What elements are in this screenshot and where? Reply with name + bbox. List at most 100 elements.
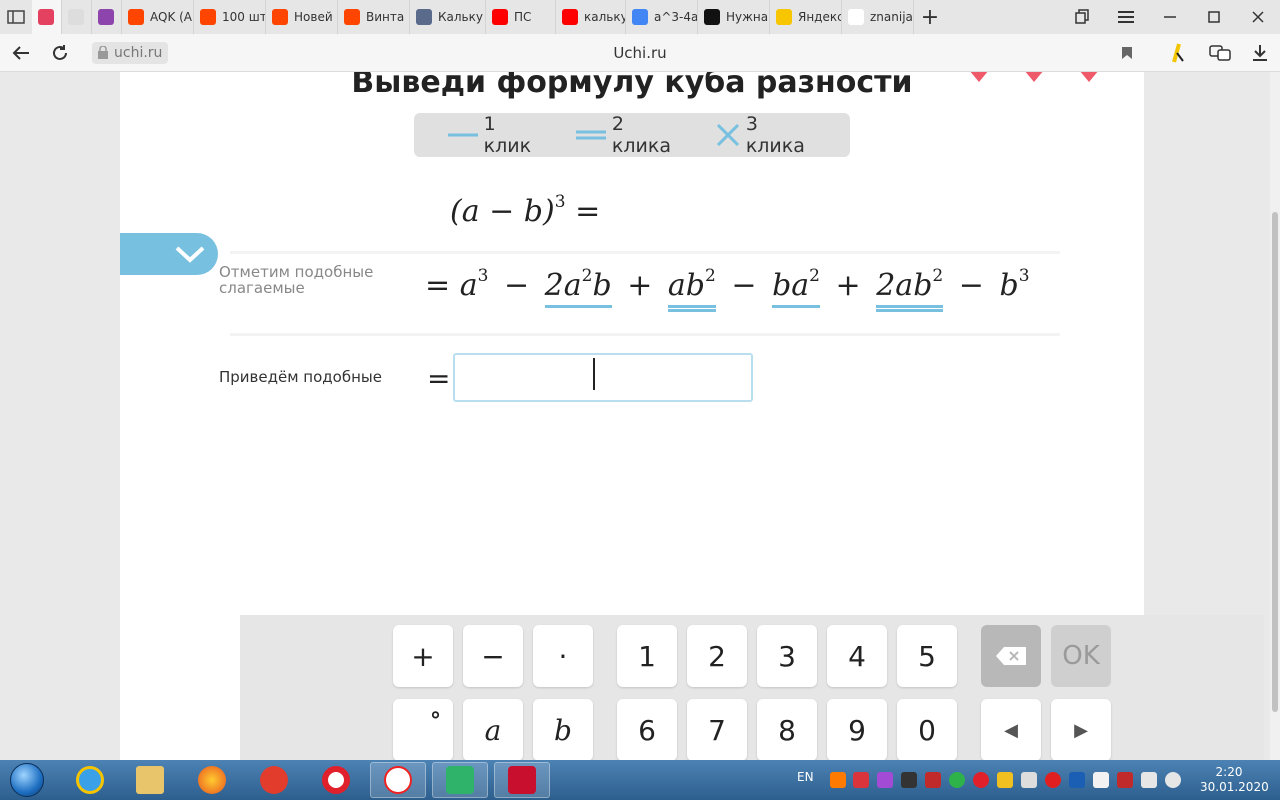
download-icon[interactable] bbox=[1248, 40, 1272, 66]
kaspersky-icon[interactable] bbox=[494, 762, 550, 798]
tab-label: AQK (A bbox=[150, 10, 193, 24]
clock[interactable]: 2:20 30.01.2020 bbox=[1200, 765, 1269, 795]
browser-tab[interactable]: a^3-4a bbox=[626, 0, 698, 34]
key-7[interactable]: 7 bbox=[687, 699, 747, 760]
close-button[interactable] bbox=[1236, 0, 1280, 34]
file-explorer-icon[interactable] bbox=[122, 762, 178, 798]
tray-icon[interactable] bbox=[925, 772, 941, 788]
key-0[interactable]: 0 bbox=[897, 699, 957, 760]
browser-tab[interactable]: 100 шт bbox=[194, 0, 266, 34]
browser-tab[interactable]: Нужна bbox=[698, 0, 770, 34]
term-2ab2[interactable]: 2ab2 bbox=[876, 266, 944, 312]
term-b3[interactable]: b3 bbox=[999, 266, 1029, 303]
divider bbox=[230, 333, 1060, 336]
term-ba2[interactable]: ba2 bbox=[772, 266, 820, 308]
tray-icon[interactable] bbox=[853, 772, 869, 788]
backspace-key[interactable] bbox=[981, 625, 1041, 687]
key-a[interactable]: a bbox=[463, 699, 523, 760]
tab-favicon-icon bbox=[562, 9, 578, 25]
tray-icon[interactable] bbox=[1117, 772, 1133, 788]
translate-icon[interactable] bbox=[1207, 40, 1233, 66]
key-9[interactable]: 9 bbox=[827, 699, 887, 760]
key-plus[interactable]: + bbox=[393, 625, 453, 687]
new-tab-button[interactable]: + bbox=[914, 0, 946, 34]
legend-label: 2 клика bbox=[611, 113, 672, 157]
browser-tab[interactable] bbox=[32, 0, 62, 34]
cursor-left-key[interactable]: ◀ bbox=[981, 699, 1041, 760]
network-signal-icon[interactable] bbox=[1141, 772, 1157, 788]
tray-icon[interactable] bbox=[997, 772, 1013, 788]
collapse-hint-button[interactable] bbox=[120, 233, 218, 275]
answer-input[interactable] bbox=[453, 353, 753, 402]
expanded-expression: = a3 − 2a2b + ab2 − ba2 + 2ab2 − b3 bbox=[425, 266, 1030, 312]
term-a3[interactable]: a3 bbox=[460, 266, 489, 303]
key-8[interactable]: 8 bbox=[757, 699, 817, 760]
tray-icon[interactable] bbox=[949, 772, 965, 788]
tab-bar: AQK (A 100 шт Новей Винта Кальку ПС кальку a^3-… bbox=[0, 0, 1280, 34]
key-6[interactable]: 6 bbox=[617, 699, 677, 760]
ok-button[interactable]: OK bbox=[1051, 625, 1111, 687]
yandex-browser-icon[interactable] bbox=[246, 762, 302, 798]
tray-icon[interactable] bbox=[830, 772, 846, 788]
key-2[interactable]: 2 bbox=[687, 625, 747, 687]
cursor-right-key[interactable]: ▶ bbox=[1051, 699, 1111, 760]
tray-icon[interactable] bbox=[1045, 772, 1061, 788]
start-button[interactable] bbox=[4, 760, 50, 800]
heart-icon bbox=[970, 72, 988, 82]
page-viewport: Выведи формулу куба разности 1 клик 2 кл… bbox=[0, 72, 1280, 760]
tab-list-icon[interactable] bbox=[1060, 0, 1104, 34]
browser-tab[interactable] bbox=[62, 0, 92, 34]
action-center-flag-icon[interactable] bbox=[1093, 772, 1109, 788]
tab-favicon-icon bbox=[492, 9, 508, 25]
math-keyboard: + − · 1 2 3 4 5 OK ° a b 6 7 8 9 0 ◀ ▶ bbox=[240, 615, 1264, 760]
vpn-icon[interactable] bbox=[432, 762, 488, 798]
browser-tab[interactable]: Винта bbox=[338, 0, 410, 34]
tray-icon[interactable] bbox=[901, 772, 917, 788]
key-b[interactable]: b bbox=[533, 699, 593, 760]
page-scrollbar[interactable] bbox=[1270, 72, 1280, 760]
key-3[interactable]: 3 bbox=[757, 625, 817, 687]
key-minus[interactable]: − bbox=[463, 625, 523, 687]
language-indicator[interactable]: EN bbox=[797, 770, 814, 784]
click-legend: 1 клик 2 клика 3 клика bbox=[414, 113, 850, 157]
browser-tab[interactable] bbox=[92, 0, 122, 34]
equals-sign: = bbox=[427, 362, 451, 395]
key-1[interactable]: 1 bbox=[617, 625, 677, 687]
browser-tab[interactable]: znanija bbox=[842, 0, 914, 34]
browser-tab[interactable]: AQK (A bbox=[122, 0, 194, 34]
term-ab2[interactable]: ab2 bbox=[667, 266, 716, 312]
tray-icon[interactable] bbox=[877, 772, 893, 788]
browser-tab[interactable]: Кальку bbox=[410, 0, 486, 34]
key-5[interactable]: 5 bbox=[897, 625, 957, 687]
bookmark-icon[interactable] bbox=[1121, 46, 1133, 60]
browser-tab[interactable]: кальку bbox=[556, 0, 626, 34]
firefox-icon[interactable] bbox=[184, 762, 240, 798]
internet-explorer-icon[interactable] bbox=[62, 762, 118, 798]
sidebar-toggle-icon[interactable] bbox=[0, 0, 32, 34]
double-line-icon bbox=[576, 130, 606, 140]
tab-favicon-icon bbox=[272, 9, 288, 25]
minimize-button[interactable] bbox=[1148, 0, 1192, 34]
tab-favicon-icon bbox=[344, 9, 360, 25]
tab-favicon-icon bbox=[200, 9, 216, 25]
tab-favicon-icon bbox=[632, 9, 648, 25]
key-4[interactable]: 4 bbox=[827, 625, 887, 687]
scrollbar-thumb[interactable] bbox=[1272, 212, 1278, 712]
volume-icon[interactable] bbox=[1165, 772, 1181, 788]
yandex-app-icon[interactable] bbox=[370, 762, 426, 798]
opera-icon[interactable] bbox=[308, 762, 364, 798]
divider bbox=[230, 251, 1060, 254]
maximize-button[interactable] bbox=[1192, 0, 1236, 34]
page-title: Uchi.ru bbox=[613, 44, 667, 62]
yandex-alice-icon[interactable] bbox=[1166, 40, 1190, 66]
key-degree[interactable]: ° bbox=[393, 699, 453, 760]
browser-tab[interactable]: Яндекс bbox=[770, 0, 842, 34]
tray-icon[interactable] bbox=[973, 772, 989, 788]
key-multiply[interactable]: · bbox=[533, 625, 593, 687]
menu-icon[interactable] bbox=[1104, 0, 1148, 34]
browser-tab[interactable]: ПС bbox=[486, 0, 556, 34]
bluetooth-icon[interactable] bbox=[1069, 772, 1085, 788]
browser-tab[interactable]: Новей bbox=[266, 0, 338, 34]
term-2a2b[interactable]: 2a2b bbox=[544, 266, 612, 308]
tray-icon[interactable] bbox=[1021, 772, 1037, 788]
